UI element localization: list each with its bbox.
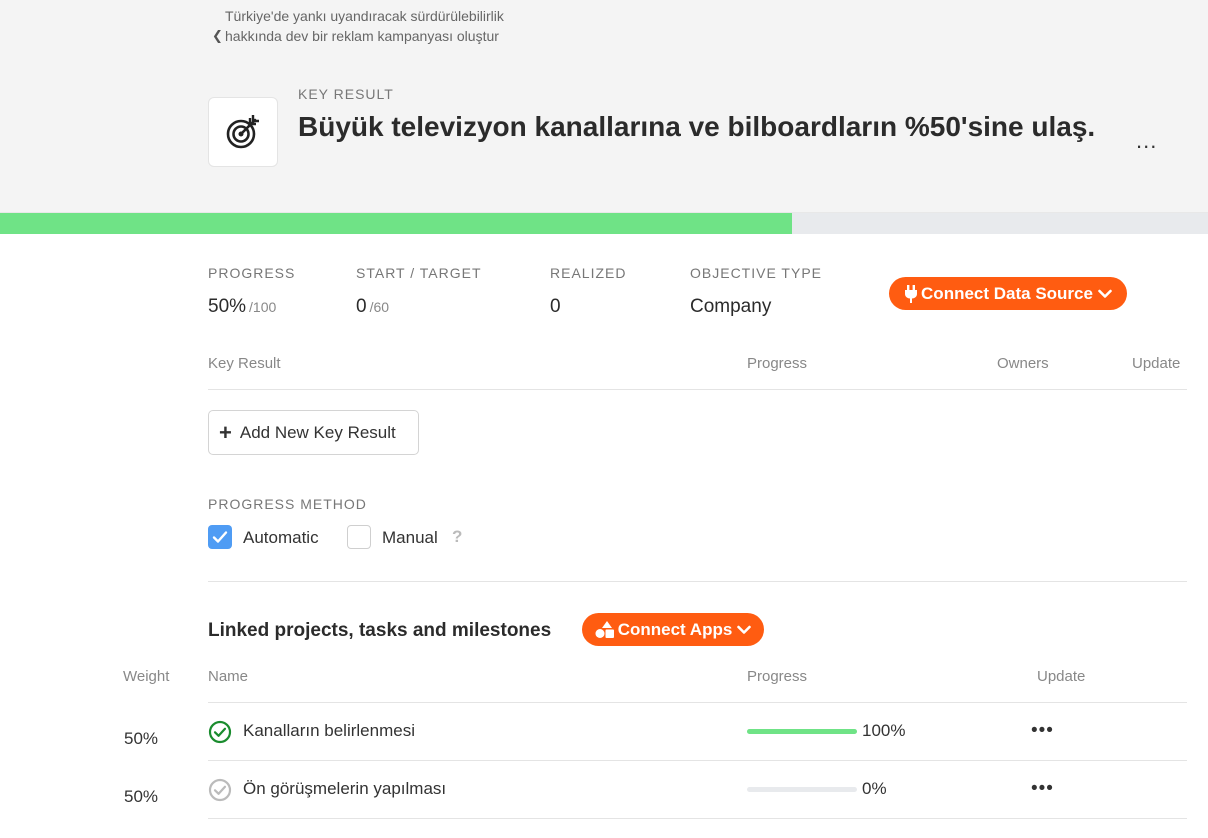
automatic-label[interactable]: Automatic — [243, 528, 319, 548]
target-value: /60 — [369, 299, 390, 315]
objective-type-label: OBJECTIVE TYPE — [690, 265, 822, 281]
automatic-checkbox[interactable] — [208, 525, 232, 549]
start-value: 0 — [356, 296, 367, 317]
chevron-left-icon: ❮ — [212, 28, 223, 43]
divider — [208, 581, 1187, 582]
key-result-label: KEY RESULT — [298, 86, 394, 102]
row-more-button[interactable]: ••• — [1031, 778, 1054, 800]
divider — [208, 818, 1187, 819]
check-icon — [212, 530, 228, 544]
linked-col-progress: Progress — [747, 668, 808, 685]
connect-data-source-label: Connect Data Source — [921, 283, 1093, 303]
row-progress-bar — [747, 787, 857, 792]
progress-stat-label: PROGRESS — [208, 265, 296, 281]
realized-label: REALIZED — [550, 265, 627, 281]
help-icon[interactable]: ? — [452, 527, 462, 547]
linked-section-title: Linked projects, tasks and milestones — [208, 620, 552, 641]
check-circle-icon[interactable] — [208, 720, 232, 744]
row-progress-text: 100% — [862, 721, 906, 740]
linked-col-weight: Weight — [123, 668, 170, 685]
start-target-label: START / TARGET — [356, 265, 482, 281]
add-key-result-label: Add New Key Result — [239, 422, 396, 442]
linked-col-update: Update — [1037, 668, 1086, 685]
row-weight: 50% — [124, 729, 159, 748]
progress-method-label: PROGRESS METHOD — [208, 496, 367, 512]
breadcrumb-text: Türkiye'de yankı uyandıracak sürdürülebi… — [225, 8, 504, 44]
row-name[interactable]: Kanalların belirlenmesi — [243, 721, 415, 741]
kr-col-progress: Progress — [747, 355, 808, 372]
progress-max: /100 — [249, 299, 277, 315]
connect-apps-button[interactable]: Connect Apps — [582, 613, 764, 646]
breadcrumb-back-link[interactable]: ❮ Türkiye'de yankı uyandıracak sürdürüle… — [212, 6, 525, 46]
kr-col-owners: Owners — [997, 355, 1049, 372]
more-options-button[interactable]: ... — [1136, 128, 1157, 154]
page-header: ❮ Türkiye'de yankı uyandıracak sürdürüle… — [0, 0, 1208, 213]
row-more-button[interactable]: ••• — [1031, 720, 1054, 742]
shapes-icon — [595, 620, 615, 639]
manual-checkbox[interactable] — [347, 525, 371, 549]
row-progress-bar — [747, 729, 857, 734]
objective-type-value: Company — [690, 296, 772, 317]
manual-label[interactable]: Manual — [382, 528, 438, 548]
check-circle-icon[interactable] — [208, 778, 232, 802]
page-title: Büyük televizyon kanallarına ve bilboard… — [298, 111, 1096, 142]
progress-value: 50% — [208, 296, 247, 317]
divider — [208, 389, 1187, 390]
divider — [208, 760, 1187, 761]
target-icon — [208, 97, 278, 167]
row-progress-fill — [747, 729, 857, 734]
add-key-result-button[interactable]: + Add New Key Result — [208, 410, 419, 455]
key-result-progress-bar — [0, 213, 1208, 234]
start-target-value: 0/60 — [356, 296, 389, 318]
progress-bar-fill — [0, 213, 792, 234]
row-weight: 50% — [124, 787, 159, 806]
connect-apps-label: Connect Apps — [617, 619, 733, 639]
row-progress-text: 0% — [862, 779, 887, 798]
kr-col-update: Update — [1132, 355, 1181, 372]
kr-col-key-result: Key Result — [208, 355, 281, 372]
chevron-down-icon — [737, 625, 752, 635]
realized-value: 0 — [550, 296, 561, 317]
divider — [208, 702, 1187, 703]
plug-icon — [904, 284, 918, 303]
plus-icon: + — [219, 419, 232, 445]
row-name[interactable]: Ön görüşmelerin yapılması — [243, 779, 446, 799]
linked-col-name: Name — [208, 668, 249, 685]
chevron-down-icon — [1098, 289, 1112, 299]
progress-stat-value: 50%/100 — [208, 296, 276, 318]
connect-data-source-button[interactable]: Connect Data Source — [889, 277, 1127, 310]
